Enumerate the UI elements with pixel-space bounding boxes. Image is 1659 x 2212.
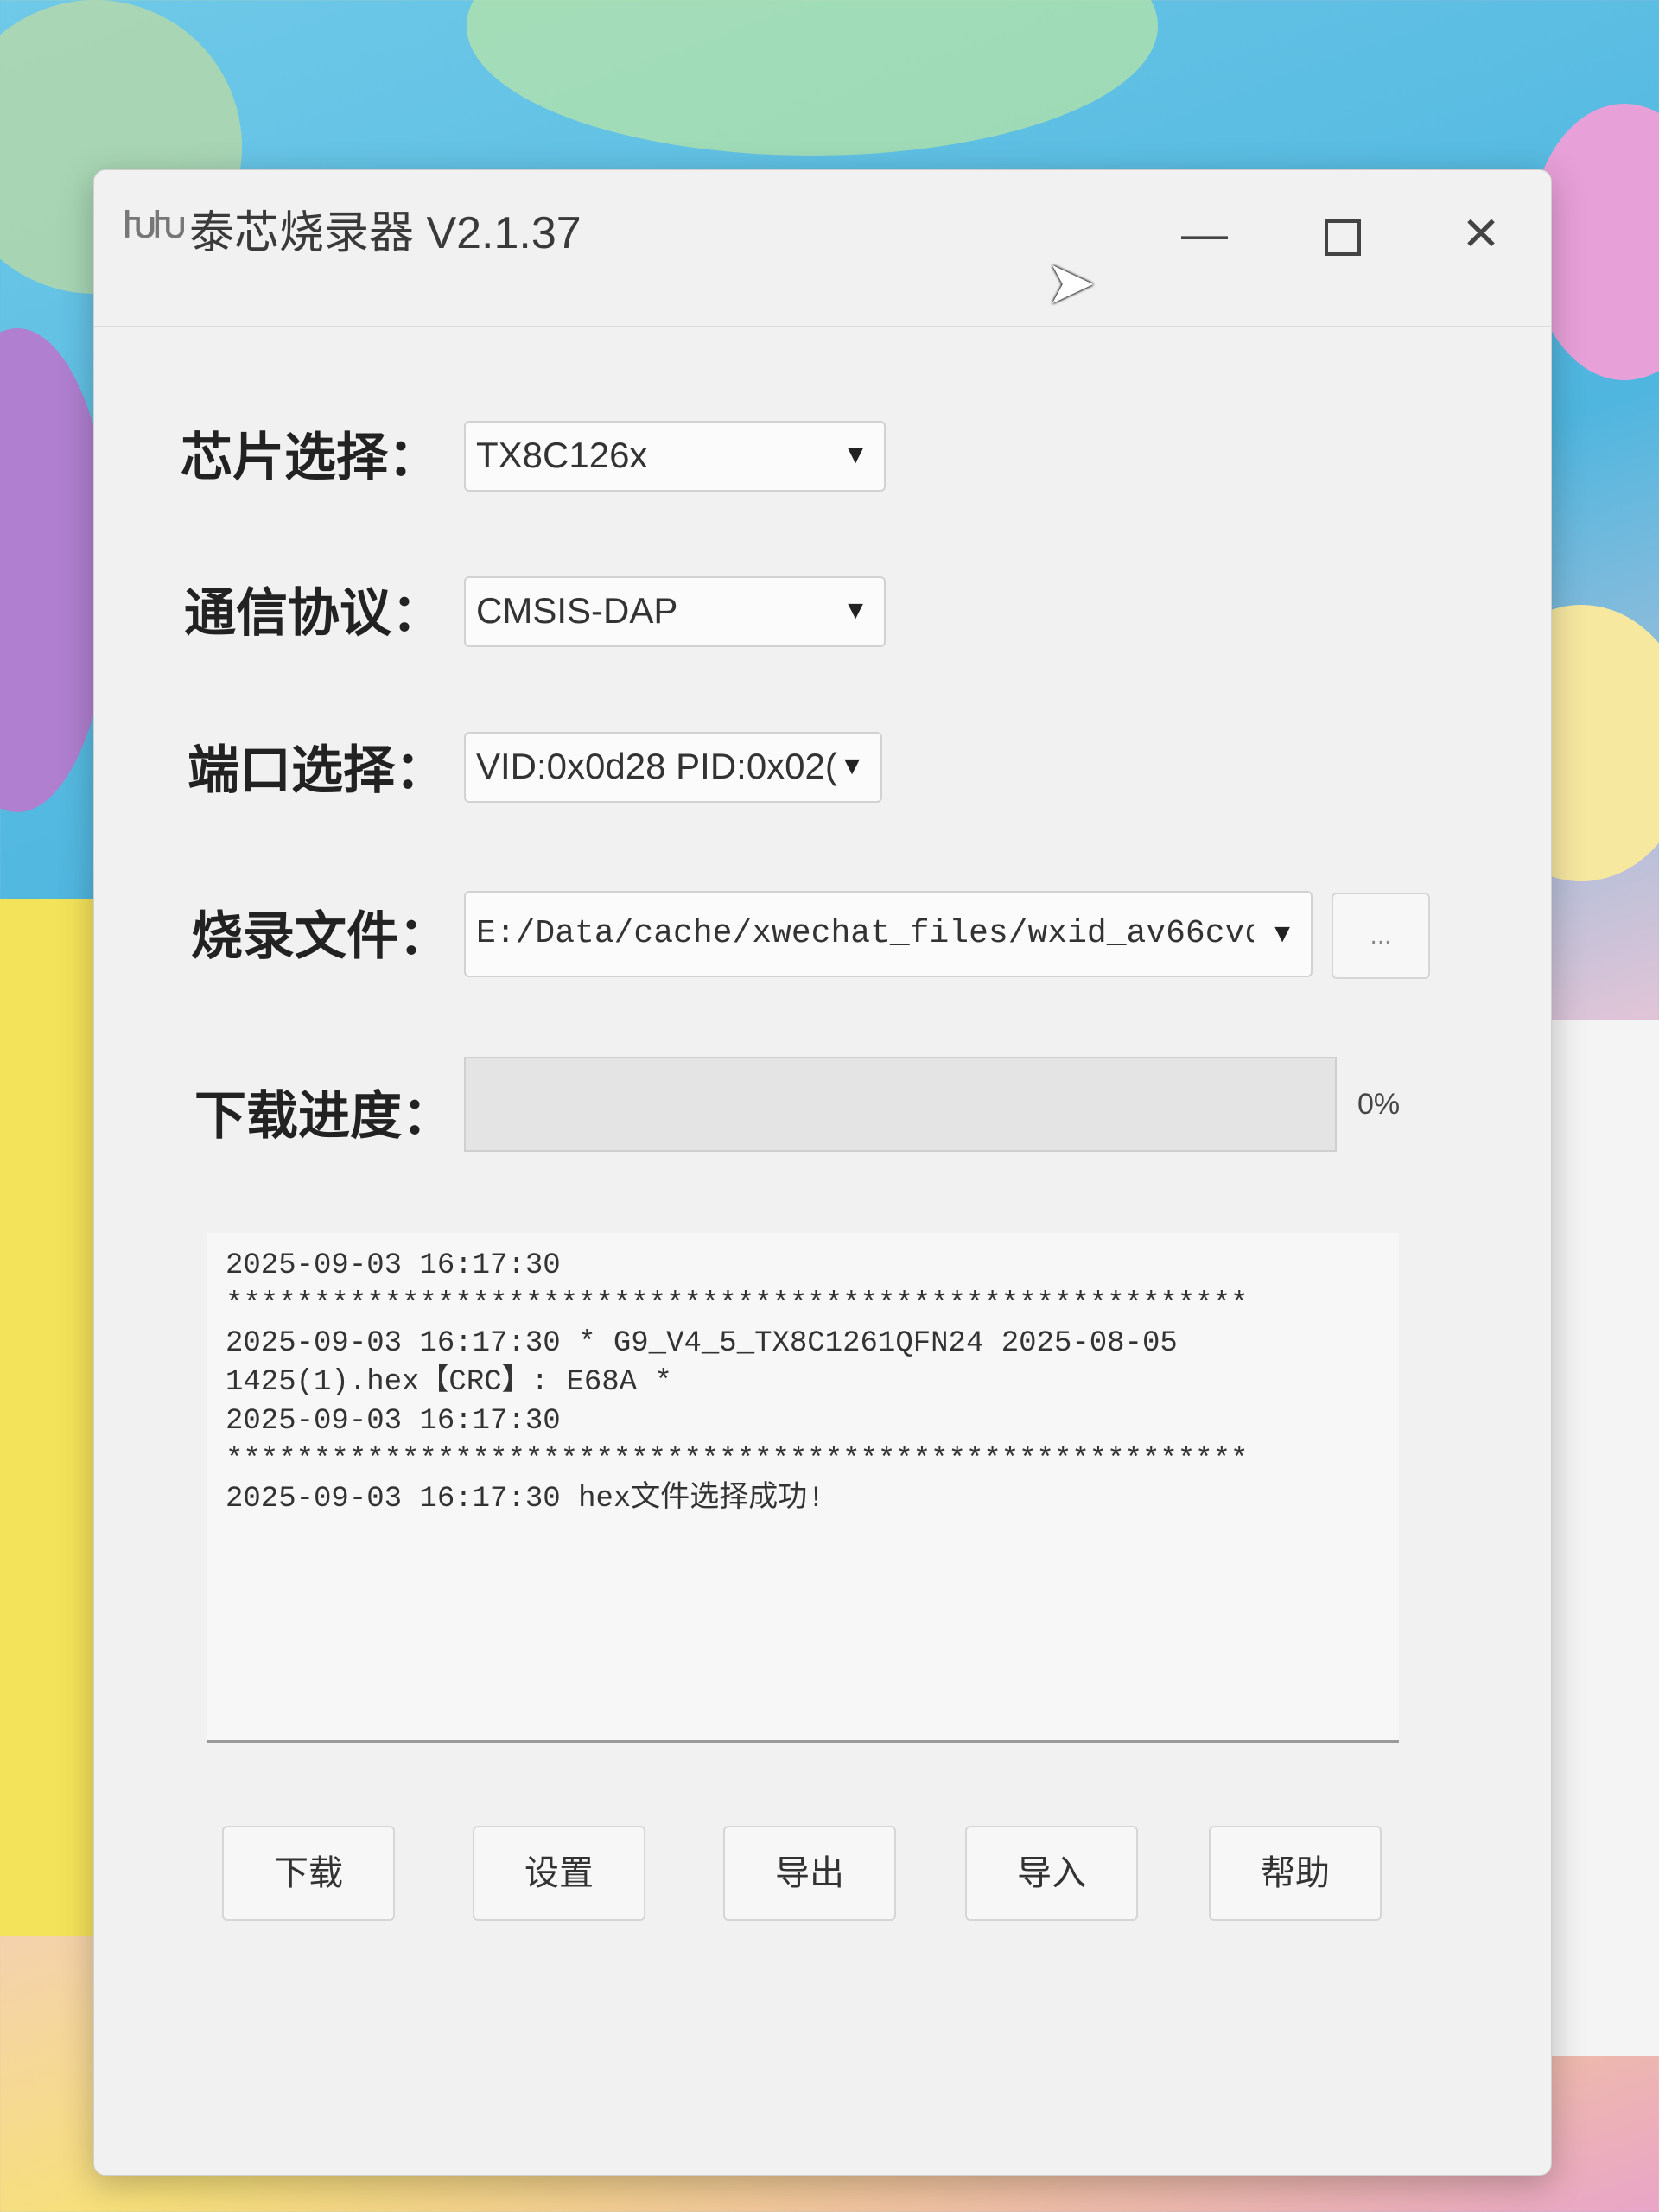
log-line: ****************************************… <box>226 1444 1249 1477</box>
close-button[interactable]: ✕ <box>1442 200 1520 269</box>
waveform-icon: ԽԽ <box>122 204 187 246</box>
chip-select-dropdown[interactable]: TX8C126x ▼ <box>464 421 886 492</box>
file-label: 烧录文件： <box>191 907 450 965</box>
chip-select-value: TX8C126x <box>476 435 648 475</box>
browse-file-button[interactable]: ... <box>1332 893 1430 979</box>
port-label: 端口选择： <box>188 741 447 799</box>
log-line: 1425(1).hex【CRC】: E68A * <box>226 1366 672 1399</box>
maximize-button[interactable] <box>1304 200 1382 269</box>
export-button[interactable]: 导出 <box>723 1826 896 1921</box>
maximize-icon <box>1325 219 1361 256</box>
file-path-value: E:/Data/cache/xwechat_files/wxid_av66cvd… <box>476 915 1254 952</box>
log-line: 2025-09-03 16:17:30 <box>226 1405 561 1438</box>
window-title: 泰芯烧录器 V2.1.37 <box>189 208 582 258</box>
app-window: ԽԽ 泰芯烧录器 V2.1.37 — ✕ 芯片选择： TX8C126x ▼ 通信… <box>93 169 1552 2176</box>
chevron-down-icon: ▼ <box>839 752 865 780</box>
protocol-dropdown[interactable]: CMSIS-DAP ▼ <box>464 576 886 647</box>
chip-select-label: 芯片选择： <box>181 429 440 486</box>
protocol-value: CMSIS-DAP <box>476 590 678 631</box>
log-line: 2025-09-03 16:17:30 * G9_V4_5_TX8C1261QF… <box>226 1327 1178 1360</box>
settings-button[interactable]: 设置 <box>473 1826 645 1921</box>
download-progress-bar <box>464 1057 1337 1152</box>
chevron-down-icon: ▼ <box>1269 919 1295 948</box>
progress-percent: 0% <box>1357 1088 1401 1121</box>
help-button[interactable]: 帮助 <box>1209 1826 1382 1921</box>
port-dropdown[interactable]: VID:0x0d28 PID:0x02( ▼ <box>464 732 882 803</box>
log-line: 2025-09-03 16:17:30 <box>226 1249 561 1282</box>
chevron-down-icon: ▼ <box>842 441 868 469</box>
log-output[interactable]: 2025-09-03 16:17:30 *********************… <box>207 1233 1399 1743</box>
log-line: 2025-09-03 16:17:30 hex文件选择成功! <box>226 1483 825 1516</box>
title-bar[interactable]: ԽԽ 泰芯烧录器 V2.1.37 — ✕ <box>94 170 1551 327</box>
wallpaper-shape <box>467 0 1158 156</box>
chevron-down-icon: ▼ <box>842 596 868 625</box>
progress-label: 下载进度： <box>194 1087 454 1145</box>
download-button[interactable]: 下载 <box>222 1826 395 1921</box>
port-value: VID:0x0d28 PID:0x02( <box>476 746 837 786</box>
file-path-dropdown[interactable]: E:/Data/cache/xwechat_files/wxid_av66cvd… <box>464 891 1313 977</box>
minimize-button[interactable]: — <box>1166 200 1243 269</box>
log-line: ****************************************… <box>226 1288 1249 1321</box>
mouse-cursor-icon: ➤ <box>1046 249 1096 316</box>
import-button[interactable]: 导入 <box>965 1826 1138 1921</box>
protocol-label: 通信协议： <box>184 584 443 642</box>
